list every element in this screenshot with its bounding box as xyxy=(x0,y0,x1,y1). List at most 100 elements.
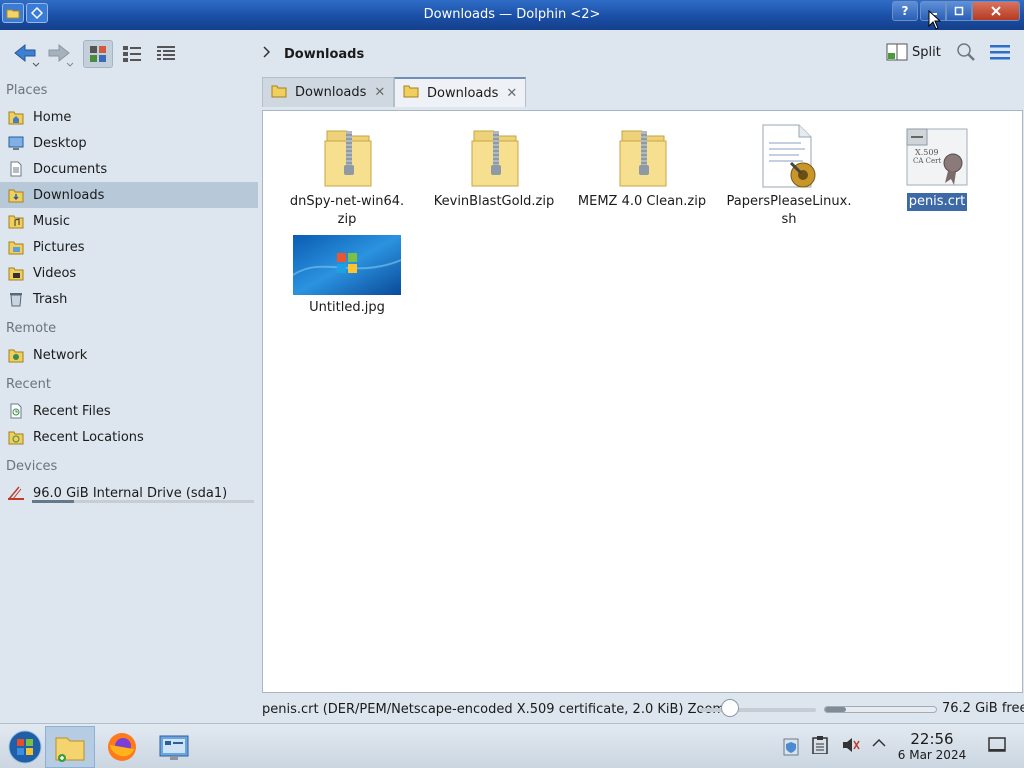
clock[interactable]: 22:56 6 Mar 2024 xyxy=(892,730,972,762)
tray-expand[interactable] xyxy=(872,736,886,754)
task-system-settings[interactable] xyxy=(149,726,199,768)
close-button[interactable] xyxy=(972,1,1020,21)
breadcrumb-current[interactable]: Downloads xyxy=(284,47,364,62)
sidebar-item-label: 96.0 GiB Internal Drive (sda1) xyxy=(33,485,228,501)
recent-files-icon xyxy=(7,402,25,420)
split-view-icon xyxy=(886,43,908,61)
sidebar-item-music[interactable]: Music xyxy=(0,208,258,234)
close-tab-icon[interactable]: ✕ xyxy=(374,85,385,100)
clipboard-shield-icon xyxy=(783,738,799,756)
sidebar-item-label: Network xyxy=(33,347,88,363)
hamburger-menu-icon xyxy=(990,45,1010,60)
sidebar-item-label: Pictures xyxy=(33,239,85,255)
tab-label: Downloads xyxy=(427,85,499,101)
file-item[interactable]: MEMZ 4.0 Clean.zip xyxy=(568,119,716,211)
file-item[interactable]: PapersPleaseLinux. sh xyxy=(715,119,863,229)
folder-icon xyxy=(403,84,419,102)
sidebar-item-home[interactable]: Home xyxy=(0,104,258,130)
sidebar-item-pictures[interactable]: Pictures xyxy=(0,234,258,260)
tab-bar: Downloads ✕ Downloads ✕ xyxy=(262,77,526,107)
file-item[interactable]: KevinBlastGold.zip xyxy=(420,119,568,211)
file-name: Untitled.jpg xyxy=(309,300,385,315)
file-item[interactable]: Untitled.jpg xyxy=(273,233,421,317)
remote-section-title: Remote xyxy=(6,321,57,336)
places-section-title: Places xyxy=(6,83,48,98)
split-button[interactable]: Split xyxy=(886,42,941,62)
split-label: Split xyxy=(912,44,941,60)
file-item[interactable]: dnSpy-net-win64. zip xyxy=(273,119,421,229)
window-titlebar[interactable]: Downloads — Dolphin <2> ? xyxy=(0,0,1024,30)
zoom-slider-track[interactable] xyxy=(700,708,816,712)
sidebar-item-label: Desktop xyxy=(33,135,87,151)
file-name: MEMZ 4.0 Clean.zip xyxy=(577,194,707,209)
system-settings-icon xyxy=(159,735,189,760)
tray-clipboard[interactable] xyxy=(782,736,800,760)
sidebar-item-desktop[interactable]: Desktop xyxy=(0,130,258,156)
close-tab-icon[interactable]: ✕ xyxy=(506,86,517,101)
recent-locations-icon xyxy=(7,428,25,446)
start-menu-button[interactable] xyxy=(0,726,50,768)
task-dolphin[interactable] xyxy=(45,726,95,768)
task-firefox[interactable] xyxy=(97,726,147,768)
sidebar-item-network[interactable]: Network xyxy=(0,342,258,368)
volume-muted-icon xyxy=(843,738,860,752)
desktop-icon xyxy=(7,134,25,152)
file-name: penis.crt xyxy=(906,193,968,211)
network-folder-icon xyxy=(7,346,25,364)
compact-view-icon xyxy=(123,46,141,62)
chevron-right-icon xyxy=(262,46,271,62)
sidebar-item-recent-locations[interactable]: Recent Locations xyxy=(0,424,258,450)
tray-notes[interactable] xyxy=(812,736,828,758)
back-button[interactable] xyxy=(8,40,44,68)
music-folder-icon xyxy=(7,212,25,230)
show-desktop-icon xyxy=(988,737,1006,752)
sidebar-item-label: Downloads xyxy=(33,187,105,203)
file-name: dnSpy-net-win64. zip xyxy=(289,194,405,227)
tray-volume[interactable] xyxy=(842,736,860,758)
maximize-button[interactable] xyxy=(946,1,972,21)
sidebar-item-label: Documents xyxy=(33,161,108,177)
mouse-cursor-icon xyxy=(928,9,942,34)
zoom-slider-handle[interactable] xyxy=(721,699,739,717)
compact-view-button[interactable] xyxy=(117,40,147,68)
forward-button[interactable] xyxy=(42,40,78,68)
sidebar-item-downloads[interactable]: Downloads xyxy=(0,182,258,208)
sidebar-item-recent-files[interactable]: Recent Files xyxy=(0,398,258,424)
firefox-icon xyxy=(108,733,136,761)
clock-date: 6 Mar 2024 xyxy=(897,748,967,762)
search-button[interactable] xyxy=(956,42,976,66)
sidebar-item-label: Music xyxy=(33,213,70,229)
window-title: Downloads — Dolphin <2> xyxy=(423,7,601,22)
hamburger-menu-button[interactable] xyxy=(990,44,1010,64)
free-space-text: 76.2 GiB free xyxy=(942,701,1024,716)
pictures-folder-icon xyxy=(7,238,25,256)
tab-label: Downloads xyxy=(295,85,367,100)
show-desktop-button[interactable] xyxy=(988,737,1006,757)
taskbar: 22:56 6 Mar 2024 xyxy=(0,723,1024,768)
recent-section-title: Recent xyxy=(6,377,51,392)
sidebar-item-videos[interactable]: Videos xyxy=(0,260,258,286)
zip-archive-icon xyxy=(568,119,716,189)
home-folder-icon xyxy=(7,108,25,126)
search-icon xyxy=(957,43,975,61)
file-view[interactable]: dnSpy-net-win64. zip KevinBlastGold.zip ME… xyxy=(262,110,1023,693)
icons-view-button[interactable] xyxy=(83,40,113,68)
sidebar-item-documents[interactable]: Documents xyxy=(0,156,258,182)
sidebar-item-label: Videos xyxy=(33,265,77,281)
file-item[interactable]: X.509 CA Cert penis.crt xyxy=(863,119,1011,211)
folder-icon xyxy=(271,84,287,102)
breadcrumb[interactable]: Downloads xyxy=(262,46,364,62)
trash-icon xyxy=(7,290,25,308)
clipboard-icon xyxy=(812,736,828,755)
sidebar-item-trash[interactable]: Trash xyxy=(0,286,258,312)
tab-downloads-1[interactable]: Downloads ✕ xyxy=(262,77,394,107)
folder-icon xyxy=(55,737,85,762)
forward-arrow-icon xyxy=(48,43,74,67)
drive-usage-bar xyxy=(32,500,254,503)
shell-script-icon xyxy=(715,119,863,189)
details-view-button[interactable] xyxy=(151,40,181,68)
help-button[interactable]: ? xyxy=(892,1,918,21)
tab-downloads-2[interactable]: Downloads ✕ xyxy=(394,77,526,107)
documents-icon xyxy=(7,160,25,178)
icons-view-icon xyxy=(90,46,106,62)
